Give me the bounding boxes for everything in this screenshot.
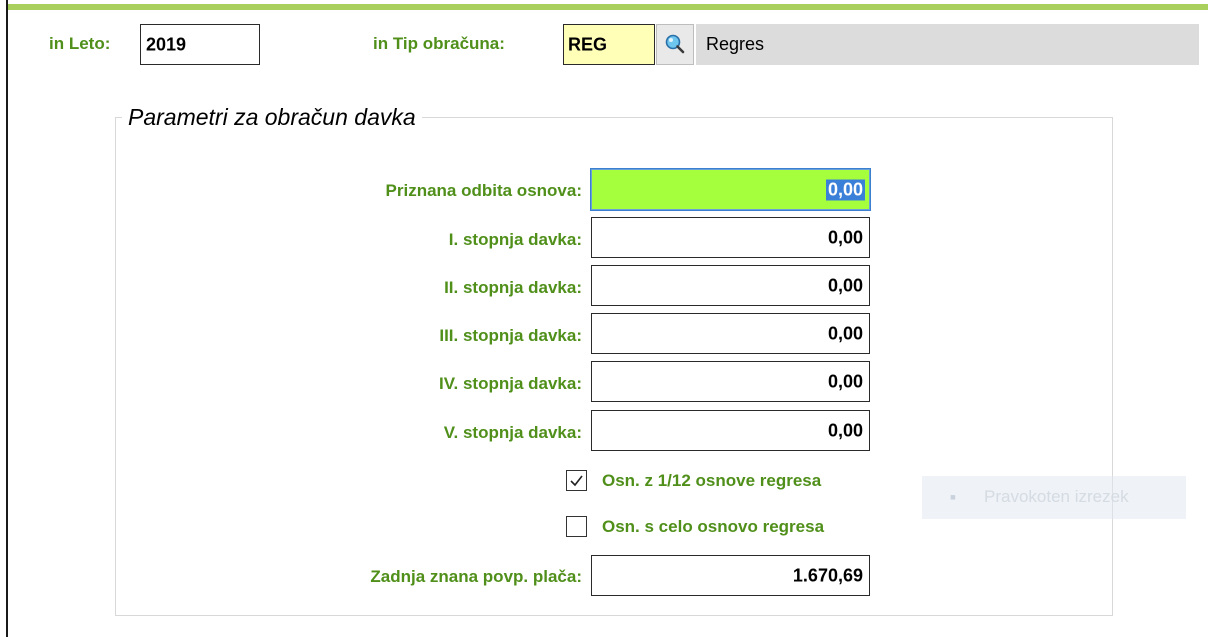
checkbox-label-osnova-1-12[interactable]: Osn. z 1/12 osnove regresa [602,471,821,491]
checkbox-cela-osnova[interactable] [566,516,587,537]
leto-value: 2019 [146,34,187,54]
param-label-stopnja-3: III. stopnja davka: [439,326,582,345]
param-input-stopnja-4[interactable]: 0,00 [591,361,870,402]
param-label-stopnja-1: I. stopnja davka: [448,230,582,249]
snip-tool-label: Pravokoten izrezek [984,487,1129,506]
param-input-stopnja-3[interactable]: 0,00 [591,313,870,354]
param-label-stopnja-4: IV. stopnja davka: [439,374,582,393]
checkmark-icon [570,475,583,487]
tip-lookup-button[interactable] [656,24,694,65]
param-value-priznana-osnova: 0,00 [825,179,865,200]
leto-label: in Leto: [49,34,111,53]
param-input-stopnja-2[interactable]: 0,00 [591,265,870,306]
tip-description: Regres [706,34,765,54]
tip-obracuna-input[interactable]: REG [563,24,655,65]
param-value-stopnja-4: 0,00 [827,371,863,391]
group-title: Parametri za obračun davka [122,104,422,131]
top-accent-bar [8,4,1208,10]
param-value-stopnja-1: 0,00 [827,227,863,247]
param-input-priznana-osnova[interactable]: 0,00 [590,168,871,211]
param-value-stopnja-5: 0,00 [827,420,863,440]
param-label-stopnja-2: II. stopnja davka: [444,278,582,297]
last-salary-value: 1.670,69 [792,565,863,585]
tip-obracuna-value: REG [568,34,608,54]
param-input-stopnja-5[interactable]: 0,00 [591,410,870,451]
last-salary-label: Zadnja znana povp. plača: [370,567,582,586]
tip-obracuna-label: in Tip obračuna: [373,34,505,53]
param-value-stopnja-2: 0,00 [827,275,863,295]
param-label-stopnja-5: V. stopnja davka: [443,423,582,442]
search-lookup-icon [665,34,685,54]
tip-description-box [696,24,1199,65]
checkbox-osnova-1-12[interactable] [566,470,587,491]
param-label-priznana-osnova: Priznana odbita osnova: [385,181,582,200]
snip-icon: ▪ [949,487,957,507]
leto-input[interactable]: 2019 [140,24,260,65]
checkbox-label-cela-osnova[interactable]: Osn. s celo osnovo regresa [602,517,824,537]
param-value-stopnja-3: 0,00 [827,323,863,343]
last-salary-input[interactable]: 1.670,69 [591,555,870,596]
param-input-stopnja-1[interactable]: 0,00 [591,217,870,258]
